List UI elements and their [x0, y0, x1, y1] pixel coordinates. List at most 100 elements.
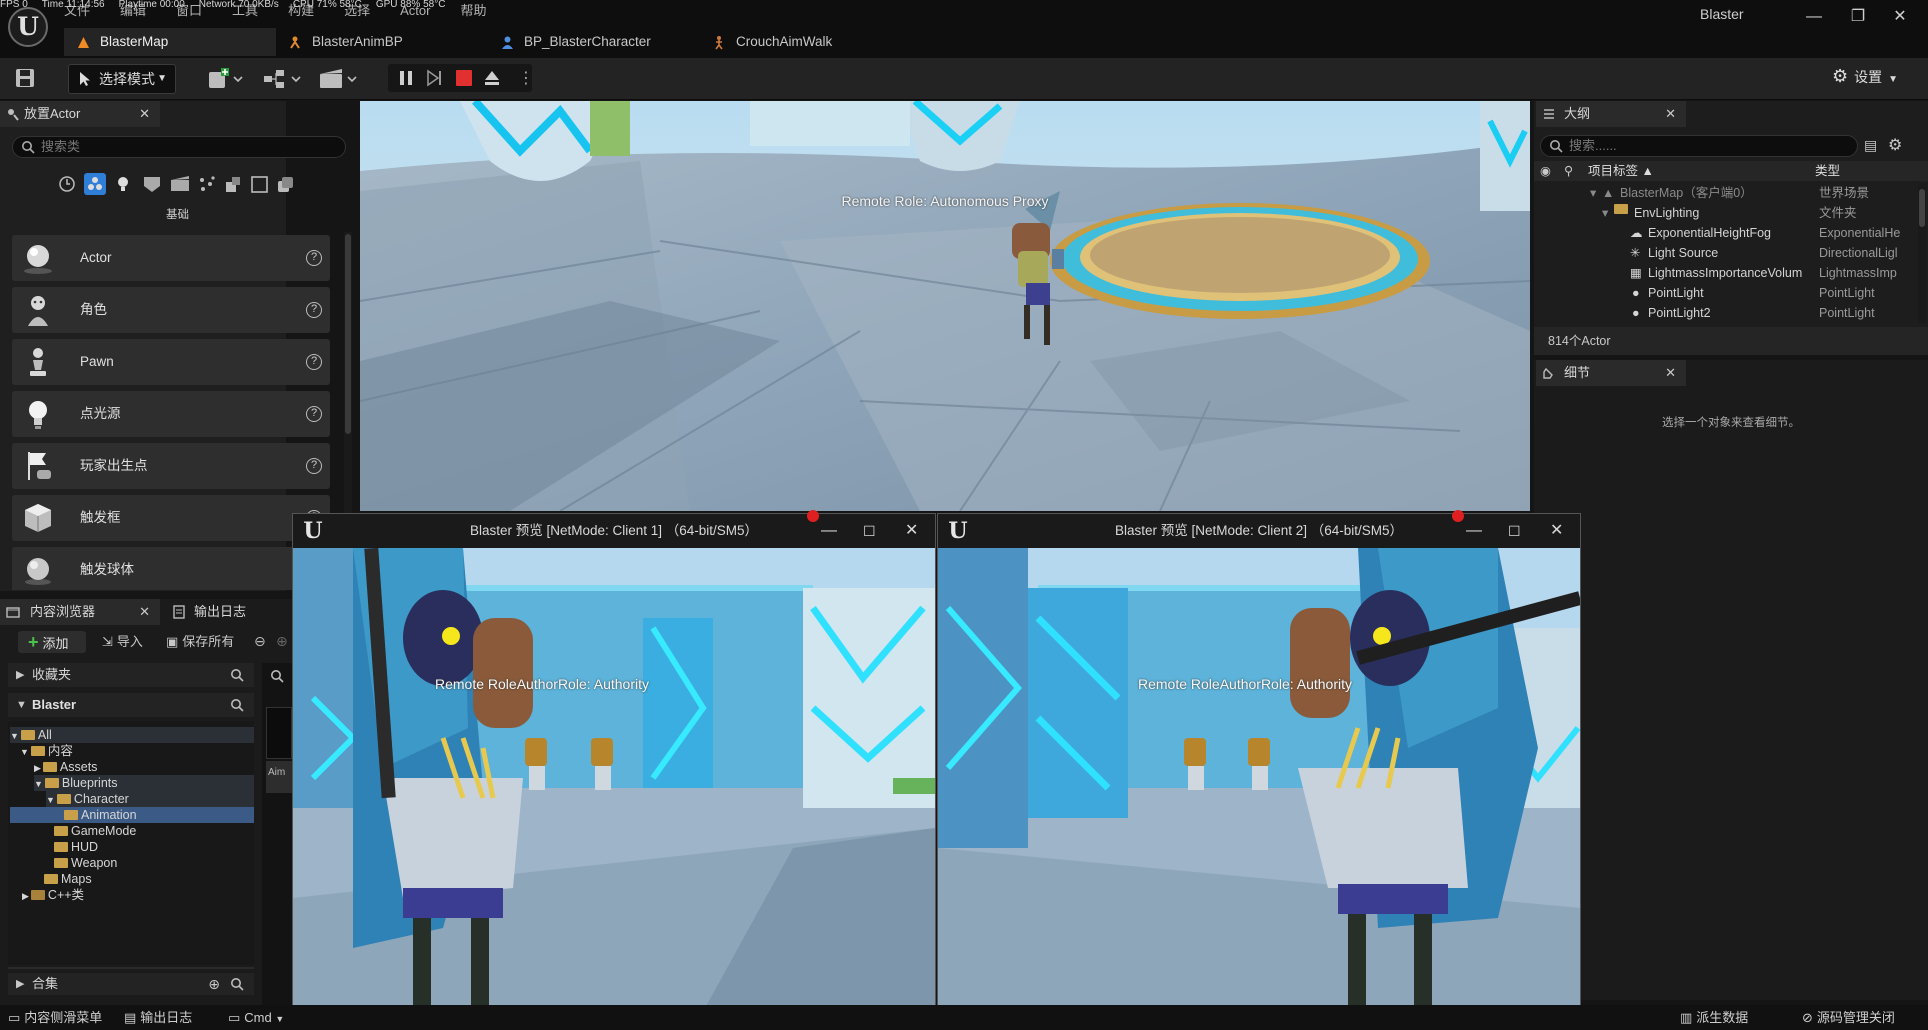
settings-button[interactable]: ⚙ 设置 ▼: [1832, 66, 1898, 87]
minimize-button[interactable]: —: [1794, 4, 1834, 30]
tree-item-all[interactable]: ▼ All: [10, 727, 254, 743]
cinematics-icon[interactable]: [318, 66, 358, 92]
outliner-row[interactable]: ● PointLight PointLight: [1534, 283, 1918, 303]
tab-details[interactable]: 细节 ✕: [1536, 360, 1686, 386]
save-all-button[interactable]: ▣ 保存所有: [166, 631, 234, 653]
help-icon[interactable]: ?: [306, 250, 322, 266]
actor-item-character[interactable]: 角色 ?: [12, 287, 330, 333]
outliner-row[interactable]: ☁ ExponentialHeightFog ExponentialHe: [1534, 223, 1918, 243]
stop-icon[interactable]: [454, 68, 474, 88]
client2-window[interactable]: U Blaster 预览 [NetMode: Client 2] （64-bit…: [937, 510, 1581, 1030]
add-button[interactable]: + 添加: [18, 631, 86, 653]
outliner-row[interactable]: ● PointLight2 PointLight: [1534, 303, 1918, 323]
menu-actor[interactable]: Actor: [400, 3, 430, 18]
close-tab-icon[interactable]: ✕: [1665, 101, 1676, 127]
menu-help[interactable]: 帮助: [460, 3, 486, 18]
restore-button[interactable]: ❐: [1838, 4, 1878, 30]
tree-item-character[interactable]: ▼ Character: [46, 791, 254, 807]
level-viewport[interactable]: Remote Role: Autonomous Proxy: [360, 101, 1530, 511]
search-icon[interactable]: [230, 668, 244, 682]
tree-item-weapon[interactable]: Weapon: [54, 855, 117, 871]
client2-titlebar[interactable]: U Blaster 预览 [NetMode: Client 2] （64-bit…: [938, 510, 1580, 548]
pin-icon[interactable]: ⚲: [1564, 161, 1573, 181]
content-drawer-button[interactable]: ▭ 内容侧滑菜单: [8, 1005, 102, 1030]
actor-item-pawn[interactable]: Pawn ?: [12, 339, 330, 385]
tab-content-browser[interactable]: 内容浏览器 ✕: [0, 599, 160, 625]
maximize-button[interactable]: ☐: [1508, 514, 1521, 548]
step-frame-icon[interactable]: [424, 68, 444, 88]
help-icon[interactable]: ?: [306, 458, 322, 474]
tree-item-animation[interactable]: Animation: [10, 807, 254, 823]
help-icon[interactable]: ?: [306, 354, 322, 370]
tree-item-gamemode[interactable]: GameMode: [54, 823, 136, 839]
actor-item-trigger-box[interactable]: 触发框 ?: [12, 495, 330, 541]
actor-item-point-light[interactable]: 点光源 ?: [12, 391, 330, 437]
tab-place-actors[interactable]: 放置Actor ✕: [0, 101, 160, 127]
menu-edit[interactable]: 编辑: [120, 3, 146, 18]
eye-icon[interactable]: ◉: [1540, 161, 1551, 181]
client2-viewport[interactable]: Remote RoleAuthorRole: Authority: [938, 548, 1580, 1030]
tree-item-cpp-classes[interactable]: ▶ C++类: [22, 887, 84, 903]
outliner-row[interactable]: ▦ LightmassImportanceVolum LightmassImp: [1534, 263, 1918, 283]
menu-tools[interactable]: 工具: [232, 3, 258, 18]
gear-icon[interactable]: ⚙: [1888, 135, 1902, 155]
tab-bp-blastercharacter[interactable]: BP_BlasterCharacter: [488, 28, 700, 56]
collections-header[interactable]: ▶ 合集 ⊕: [8, 973, 254, 995]
menu-build[interactable]: 构建: [288, 3, 314, 18]
favorites-header[interactable]: ▶ 收藏夹: [8, 663, 254, 687]
help-icon[interactable]: ?: [306, 302, 322, 318]
help-icon[interactable]: ?: [306, 406, 322, 422]
client1-window[interactable]: U Blaster 预览 [NetMode: Client 1] （64-bit…: [292, 510, 936, 1030]
tab-blasteranimbp[interactable]: BlasterAnimBP: [276, 28, 488, 56]
add-collection-icon[interactable]: ⊕: [208, 973, 220, 995]
forward-nav-icon[interactable]: ⊕: [276, 633, 288, 650]
tab-outliner[interactable]: 大纲 ✕: [1536, 101, 1686, 127]
import-button[interactable]: ⇲ 导入: [102, 631, 143, 653]
outliner-search-input[interactable]: 搜索......: [1540, 135, 1858, 157]
save-icon[interactable]: [14, 67, 36, 89]
close-window-button[interactable]: ✕: [1880, 4, 1920, 30]
tab-crouchaimwalk[interactable]: CrouchAimWalk: [700, 28, 912, 56]
tree-item-content[interactable]: ▼ 内容: [20, 743, 73, 759]
maximize-button[interactable]: ☐: [863, 514, 876, 548]
close-window-button[interactable]: ✕: [905, 514, 918, 548]
play-options-icon[interactable]: ⋮: [518, 68, 534, 88]
close-window-button[interactable]: ✕: [1550, 514, 1563, 548]
cmd-dropdown[interactable]: ▭ Cmd ▼: [228, 1005, 284, 1030]
output-log-button[interactable]: ▤ 输出日志: [124, 1005, 192, 1030]
actor-item-actor[interactable]: Actor ?: [12, 235, 330, 281]
tree-item-assets[interactable]: ▶ Assets: [34, 759, 97, 775]
tree-item-maps[interactable]: Maps: [44, 871, 92, 887]
tree-item-blueprints[interactable]: ▼ Blueprints: [34, 775, 254, 791]
back-nav-icon[interactable]: ⊖: [254, 633, 266, 650]
col-label-header[interactable]: 项目标签 ▲: [1588, 161, 1654, 181]
client1-viewport[interactable]: Remote RoleAuthorRole: Authority: [293, 548, 935, 1030]
tab-blastermap[interactable]: BlasterMap: [64, 28, 276, 56]
close-tab-icon[interactable]: ✕: [1665, 360, 1676, 386]
client1-titlebar[interactable]: U Blaster 预览 [NetMode: Client 1] （64-bit…: [293, 510, 935, 548]
search-icon[interactable]: [270, 669, 284, 683]
tree-item-hud[interactable]: HUD: [54, 839, 98, 855]
actor-search-input[interactable]: 搜索类: [12, 136, 346, 158]
quick-add-icon[interactable]: [206, 66, 244, 92]
unreal-logo-icon[interactable]: U: [8, 7, 48, 47]
search-icon[interactable]: [230, 977, 244, 991]
mode-select-dropdown[interactable]: 选择模式 ▼: [68, 64, 176, 94]
menu-file[interactable]: 文件: [64, 3, 90, 18]
derived-data-button[interactable]: ▥ 派生数据: [1680, 1005, 1748, 1030]
actor-item-trigger-sphere[interactable]: 触发球体 ?: [12, 547, 330, 590]
eject-icon[interactable]: [482, 68, 502, 88]
close-tab-icon[interactable]: ✕: [139, 599, 150, 625]
source-control-button[interactable]: ⊘ 源码管理关闭: [1802, 1005, 1895, 1030]
outliner-scrollbar[interactable]: [1918, 183, 1926, 323]
search-icon[interactable]: [230, 698, 244, 712]
menu-select[interactable]: 选择: [344, 3, 370, 18]
menu-window[interactable]: 窗口: [176, 3, 202, 18]
add-folder-icon[interactable]: ▤: [1864, 137, 1877, 154]
outliner-row[interactable]: ▾ ▲ BlasterMap（客户端0） 世界场景: [1534, 183, 1918, 203]
asset-thumbnail[interactable]: [266, 707, 292, 759]
actor-item-player-start[interactable]: 玩家出生点 ?: [12, 443, 330, 489]
close-tab-icon[interactable]: ✕: [139, 101, 150, 127]
blueprints-menu-icon[interactable]: [262, 66, 302, 92]
project-header[interactable]: ▼ Blaster: [8, 693, 254, 717]
